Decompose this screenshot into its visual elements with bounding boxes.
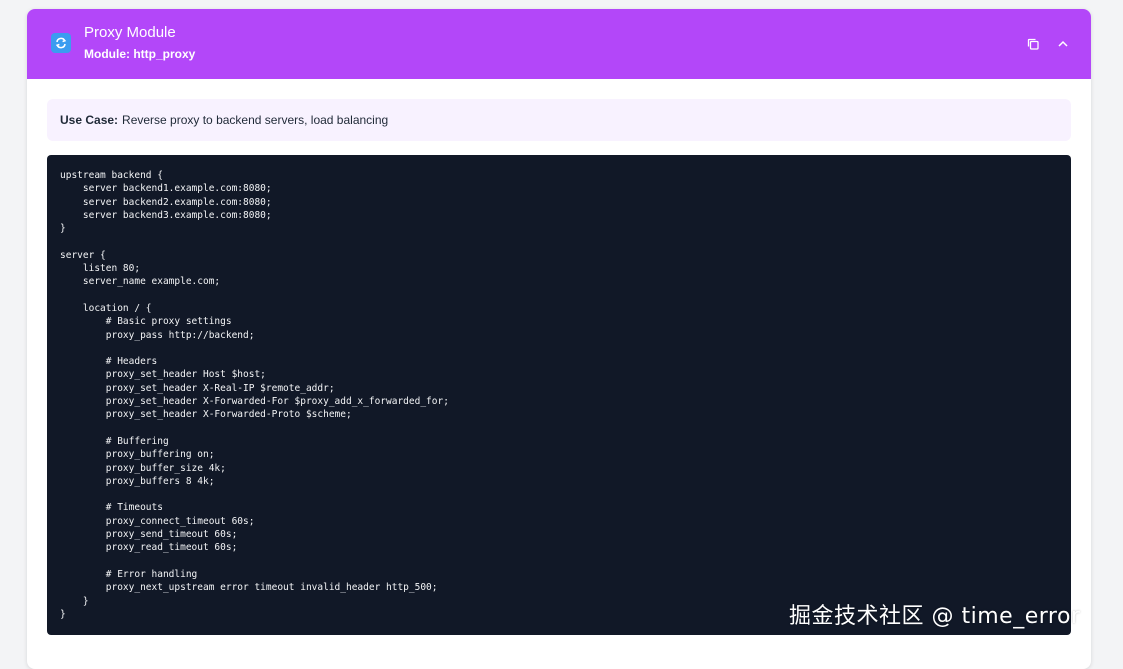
- use-case-box: Use Case: Reverse proxy to backend serve…: [47, 99, 1071, 141]
- copy-icon[interactable]: [1025, 36, 1041, 52]
- use-case-label: Use Case:: [60, 113, 119, 127]
- code-block[interactable]: upstream backend { server backend1.examp…: [47, 155, 1071, 635]
- code-content: upstream backend { server backend1.examp…: [60, 170, 449, 620]
- header-actions: [1025, 36, 1071, 52]
- watermark: 掘金技术社区 @ time_error: [789, 604, 1081, 629]
- use-case-text: Reverse proxy to backend servers, load b…: [122, 113, 389, 127]
- chevron-up-icon[interactable]: [1055, 36, 1071, 52]
- module-subtitle: Module: http_proxy: [84, 47, 196, 61]
- card-header[interactable]: Proxy Module Module: http_proxy: [27, 9, 1091, 79]
- header-text: Proxy Module Module: http_proxy: [84, 23, 195, 62]
- module-title: Proxy Module: [84, 24, 176, 41]
- proxy-module-card: Proxy Module Module: http_proxy Use Case…: [27, 9, 1091, 669]
- refresh-icon: [51, 33, 71, 53]
